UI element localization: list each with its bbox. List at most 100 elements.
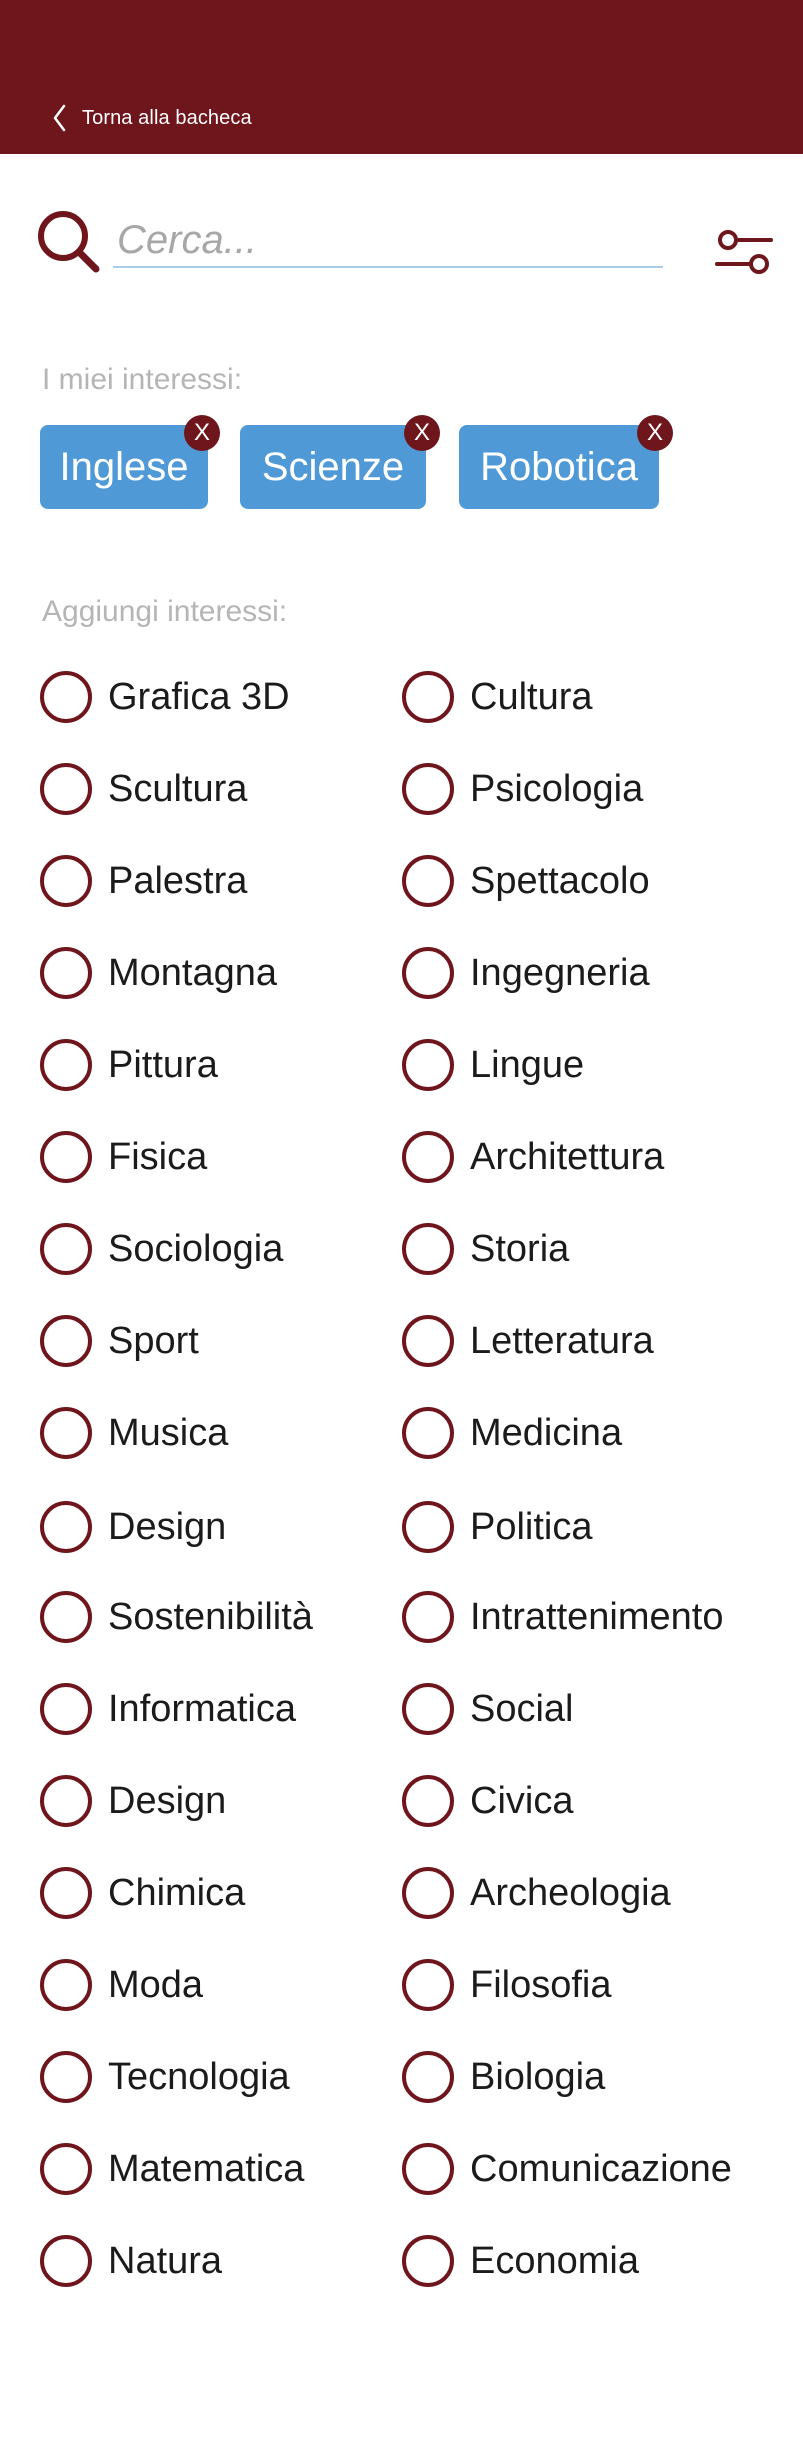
interest-option[interactable]: Intrattenimento [402, 1586, 723, 1648]
radio-button[interactable] [40, 2051, 92, 2103]
interest-option[interactable]: Montagna [40, 942, 277, 1004]
interest-option[interactable]: Economia [402, 2230, 639, 2292]
interest-option[interactable]: Social [402, 1678, 574, 1740]
interest-option[interactable]: Architettura [402, 1126, 664, 1188]
interest-option[interactable]: Sociologia [40, 1218, 283, 1280]
radio-button[interactable] [402, 1683, 454, 1735]
interest-option-label: Informatica [108, 1688, 296, 1730]
radio-button[interactable] [40, 1501, 92, 1553]
interest-option[interactable]: Pittura [40, 1034, 218, 1096]
interest-option[interactable]: Scultura [40, 758, 247, 820]
interest-option[interactable]: Letteratura [402, 1310, 654, 1372]
interest-option-label: Grafica 3D [108, 676, 290, 718]
interest-tag-inglese[interactable]: Inglese X [40, 415, 220, 509]
radio-button[interactable] [40, 1407, 92, 1459]
radio-button[interactable] [40, 1775, 92, 1827]
interest-option[interactable]: Tecnologia [40, 2046, 290, 2108]
interest-option-label: Archeologia [470, 1872, 671, 1914]
interest-option[interactable]: Musica [40, 1402, 228, 1464]
radio-button[interactable] [402, 1501, 454, 1553]
interest-option[interactable]: Sport [40, 1310, 199, 1372]
radio-button[interactable] [402, 2051, 454, 2103]
interest-option[interactable]: Biologia [402, 2046, 605, 2108]
interest-tag-robotica[interactable]: Robotica X [459, 415, 673, 509]
radio-button[interactable] [40, 2143, 92, 2195]
interest-option[interactable]: Sostenibilità [40, 1586, 313, 1648]
interest-option-label: Biologia [470, 2056, 606, 2098]
interest-option-label: Economia [470, 2240, 639, 2282]
interest-option-label: Letteratura [470, 1320, 654, 1362]
interest-option-label: Design [108, 1506, 227, 1548]
radio-button[interactable] [402, 1775, 454, 1827]
interest-option-label: Cultura [470, 676, 593, 718]
interest-option[interactable]: Moda [40, 1954, 203, 2016]
interest-tag-scienze[interactable]: Scienze X [240, 415, 440, 509]
interest-option[interactable]: Ingegneria [402, 942, 650, 1004]
close-icon[interactable]: X [404, 415, 440, 451]
radio-button[interactable] [40, 671, 92, 723]
radio-button[interactable] [40, 1131, 92, 1183]
interest-option-label: Musica [108, 1412, 229, 1454]
radio-button[interactable] [40, 1959, 92, 2011]
radio-button[interactable] [40, 1039, 92, 1091]
radio-button[interactable] [40, 947, 92, 999]
interest-option[interactable]: Cultura [402, 666, 593, 728]
radio-button[interactable] [402, 1315, 454, 1367]
interest-option-label: Tecnologia [108, 2056, 290, 2098]
interest-option-label: Design [108, 1780, 227, 1822]
radio-button[interactable] [402, 1223, 454, 1275]
search-input[interactable] [113, 214, 663, 268]
interest-option[interactable]: Archeologia [402, 1862, 671, 1924]
radio-button[interactable] [40, 1223, 92, 1275]
interest-option-label: Chimica [108, 1872, 246, 1914]
interest-option[interactable]: Storia [402, 1218, 569, 1280]
interest-option[interactable]: Spettacolo [402, 850, 650, 912]
radio-button[interactable] [402, 1131, 454, 1183]
radio-button[interactable] [402, 855, 454, 907]
radio-button[interactable] [402, 671, 454, 723]
radio-button[interactable] [402, 1591, 454, 1643]
close-icon[interactable]: X [184, 415, 220, 451]
radio-button[interactable] [40, 1683, 92, 1735]
interest-option-label: Comunicazione [470, 2148, 732, 2190]
back-to-dashboard-link[interactable]: Torna alla bacheca [48, 100, 252, 136]
search-icon[interactable] [36, 209, 102, 275]
interest-option[interactable]: Design [40, 1770, 226, 1832]
radio-button[interactable] [40, 1591, 92, 1643]
interest-option-label: Pittura [108, 1044, 218, 1086]
interest-option[interactable]: Politica [402, 1496, 593, 1558]
interest-option[interactable]: Grafica 3D [40, 666, 290, 728]
my-interests-label: I miei interessi: [42, 363, 243, 396]
interest-option[interactable]: Civica [402, 1770, 573, 1832]
radio-button[interactable] [402, 2143, 454, 2195]
interest-option[interactable]: Natura [40, 2230, 222, 2292]
radio-button[interactable] [402, 1039, 454, 1091]
radio-button[interactable] [40, 855, 92, 907]
radio-button[interactable] [402, 1867, 454, 1919]
radio-button[interactable] [402, 1407, 454, 1459]
interest-option[interactable]: Medicina [402, 1402, 622, 1464]
radio-button[interactable] [402, 947, 454, 999]
filter-icon[interactable] [715, 229, 773, 275]
radio-button[interactable] [40, 2235, 92, 2287]
interest-option[interactable]: Palestra [40, 850, 247, 912]
interest-option[interactable]: Informatica [40, 1678, 296, 1740]
interest-option[interactable]: Filosofia [402, 1954, 612, 2016]
interest-option[interactable]: Design [40, 1496, 226, 1558]
interest-option-label: Palestra [108, 860, 248, 902]
interest-option[interactable]: Fisica [40, 1126, 207, 1188]
interest-option[interactable]: Matematica [40, 2138, 304, 2200]
interest-option[interactable]: Comunicazione [402, 2138, 732, 2200]
interest-option-label: Storia [470, 1228, 570, 1270]
radio-button[interactable] [40, 1315, 92, 1367]
radio-button[interactable] [402, 2235, 454, 2287]
interest-option[interactable]: Lingue [402, 1034, 584, 1096]
radio-button[interactable] [402, 763, 454, 815]
interest-tag-label: Scienze [261, 445, 405, 489]
close-icon[interactable]: X [637, 415, 673, 451]
radio-button[interactable] [40, 1867, 92, 1919]
radio-button[interactable] [402, 1959, 454, 2011]
interest-option[interactable]: Chimica [40, 1862, 245, 1924]
radio-button[interactable] [40, 763, 92, 815]
interest-option[interactable]: Psicologia [402, 758, 643, 820]
